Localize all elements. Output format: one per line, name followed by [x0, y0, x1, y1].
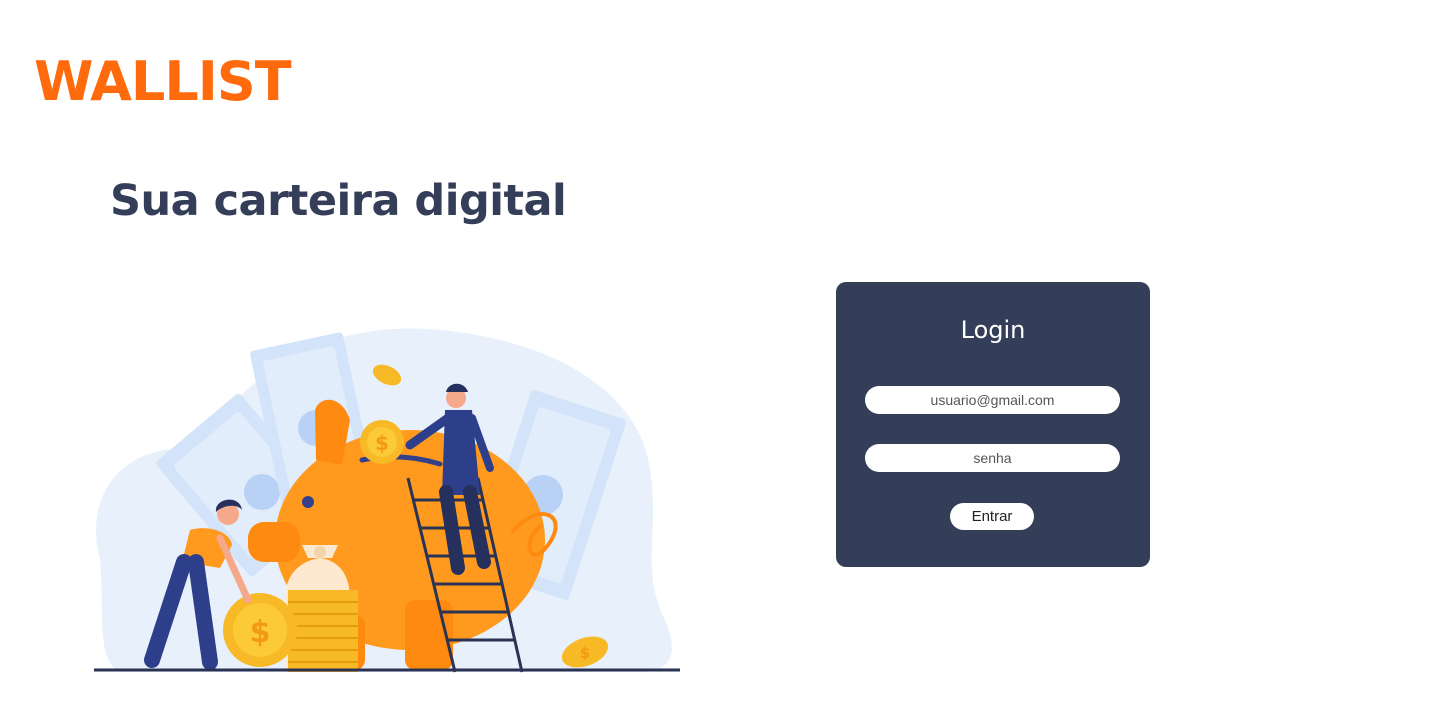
coin-inserting-icon: $ [360, 420, 404, 464]
login-submit-button[interactable]: Entrar [950, 503, 1034, 530]
hero-headline: Sua carteira digital [110, 176, 567, 226]
piggy-bank-illustration: $ $ $ [94, 328, 680, 673]
coin-stack-icon [288, 590, 358, 672]
app-logo: WALLIST [34, 50, 292, 113]
svg-text:$: $ [375, 431, 389, 455]
login-page: WALLIST Sua carteira digital $ $ $ Login… [0, 0, 1431, 726]
svg-text:$: $ [580, 644, 590, 662]
login-card: Login Entrar [836, 282, 1150, 567]
svg-text:$: $ [250, 615, 271, 650]
email-input[interactable] [865, 386, 1120, 414]
login-title: Login [960, 316, 1026, 344]
password-input[interactable] [865, 444, 1120, 472]
large-coin-icon: $ [223, 593, 297, 667]
